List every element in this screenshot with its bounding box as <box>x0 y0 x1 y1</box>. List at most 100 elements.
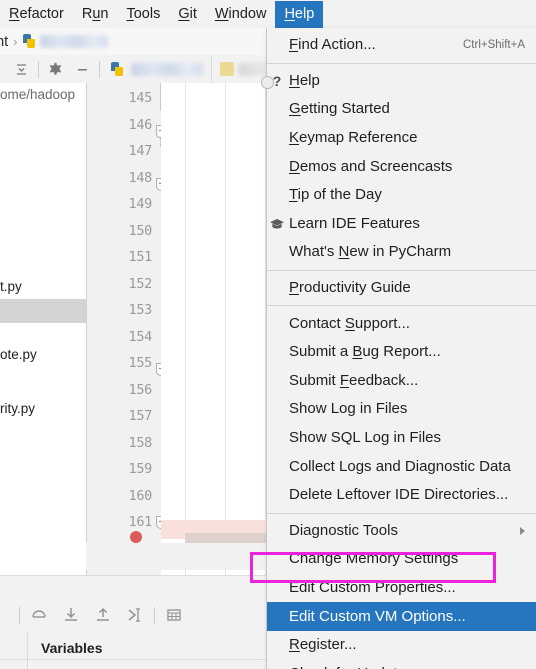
menu-item-demos-and-screencasts[interactable]: Demos and Screencasts <box>267 152 536 181</box>
menu-item-icon-slot <box>265 574 289 603</box>
list-item[interactable]: ote.py <box>0 347 37 363</box>
list-item[interactable]: t.py <box>0 279 22 295</box>
menu-item-register[interactable]: Register... <box>267 631 536 660</box>
chevron-right-icon <box>520 526 525 535</box>
menu-item-show-sql-log-in-files[interactable]: Show SQL Log in Files <box>267 424 536 453</box>
menu-item-label: Submit Feedback... <box>289 371 419 389</box>
step-into-icon[interactable] <box>61 605 81 625</box>
breadcrumb-prefix: ent <box>0 33 9 50</box>
line-number: 161 <box>128 514 153 530</box>
main-menu-bar: Refactor Run Tools Git Window Help <box>0 0 536 29</box>
menu-item-productivity-guide[interactable]: Productivity Guide <box>267 274 536 303</box>
menu-item-label: Keymap Reference <box>289 129 418 147</box>
column-divider <box>27 632 28 669</box>
menu-item-icon-slot <box>265 238 289 267</box>
menu-item-edit-custom-vm-options[interactable]: Edit Custom VM Options... <box>267 602 536 631</box>
evaluate-expression-icon[interactable] <box>164 605 184 625</box>
help-dropdown-menu[interactable]: Find Action... Ctrl+Shift+A? Help Getting S… <box>261 28 536 669</box>
project-tree-panel: ome/hadoop t.py ote.py rity.py <box>0 83 86 575</box>
menu-item-tip-of-the-day[interactable]: Tip of the Day <box>267 181 536 210</box>
step-out-icon[interactable] <box>93 605 113 625</box>
tree-item-label: t.py <box>0 279 22 294</box>
tree-item-label: rity.py <box>0 401 36 416</box>
python-file-icon <box>111 61 126 77</box>
menu-item-icon-slot <box>265 338 289 367</box>
menu-item-label: Productivity Guide <box>289 279 411 297</box>
menu-item-label: Contact Support... <box>289 314 410 332</box>
menu-item-icon-slot <box>265 181 289 210</box>
pycharm-window: Refactor Run Tools Git Window Help ent › <box>0 0 536 669</box>
toolbar-divider <box>38 60 39 78</box>
menu-item-icon-slot <box>265 309 289 338</box>
line-number: 152 <box>128 275 153 292</box>
menu-item-icon-slot <box>265 95 289 124</box>
menu-item-help[interactable]: ? Help <box>261 67 536 96</box>
menu-item-shortcut: Ctrl+Shift+A <box>463 39 525 52</box>
menu-git[interactable]: Git <box>169 1 206 28</box>
list-item[interactable] <box>0 299 86 323</box>
menu-item-icon-slot <box>265 602 289 631</box>
menu-item-label: Getting Started <box>289 100 390 118</box>
question-mark-icon: ? <box>261 67 289 96</box>
editor-tab-1[interactable] <box>103 55 212 83</box>
line-number: 159 <box>128 461 153 477</box>
tab-1-name-redacted <box>131 62 203 76</box>
menu-separator <box>267 62 536 64</box>
menu-item-edit-custom-properties[interactable]: Edit Custom Properties... <box>267 574 536 603</box>
menu-item-icon-slot <box>265 124 289 153</box>
menu-item-icon-slot <box>265 545 289 574</box>
menu-window[interactable]: Window <box>206 1 276 28</box>
menu-item-check-for-updates[interactable]: Check for Updates... <box>267 659 536 669</box>
menu-refactor[interactable]: Refactor <box>0 1 73 28</box>
run-to-cursor-icon[interactable] <box>125 605 145 625</box>
line-number: 151 <box>128 249 153 265</box>
menu-run[interactable]: Run <box>73 1 118 28</box>
python-file-icon <box>22 34 38 49</box>
menu-item-label: Collect Logs and Diagnostic Data <box>289 457 511 475</box>
menu-item-label: Register... <box>289 636 357 654</box>
menu-item-getting-started[interactable]: Getting Started <box>267 95 536 124</box>
list-item[interactable]: rity.py <box>0 401 35 417</box>
menu-item-contact-support[interactable]: Contact Support... <box>267 309 536 338</box>
menu-item-label: What's New in PyCharm <box>289 243 452 261</box>
hide-minus-icon[interactable] <box>74 61 91 78</box>
menu-item-label: Delete Leftover IDE Directories... <box>289 486 509 504</box>
menu-item-learn-ide-features[interactable]: Learn IDE Features <box>267 210 536 239</box>
toolbar-divider-2 <box>154 606 155 624</box>
line-number: 156 <box>128 381 153 398</box>
menu-item-delete-leftover-ide-directories[interactable]: Delete Leftover IDE Directories... <box>267 481 536 510</box>
menu-item-find-action[interactable]: Find Action... Ctrl+Shift+A <box>267 31 536 60</box>
line-number: 150 <box>128 222 153 239</box>
line-number: 146 <box>128 116 153 133</box>
editor-gutter[interactable]: 145 146 147 148 149 150 151 152 153 154 155 156 157 1… <box>86 83 169 575</box>
menu-help[interactable]: Help <box>275 0 324 28</box>
breadcrumb-file-name-redacted <box>39 35 108 48</box>
breakpoint-marker[interactable] <box>130 531 142 543</box>
line-number: 148 <box>128 169 153 186</box>
menu-item-label: Show SQL Log in Files <box>289 429 442 447</box>
menu-tools[interactable]: Tools <box>117 1 169 28</box>
menu-item-submit-feedback[interactable]: Submit Feedback... <box>267 367 536 396</box>
menu-item-label: Show Log in Files <box>289 400 408 418</box>
menu-item-show-log-in-files[interactable]: Show Log in Files <box>267 395 536 424</box>
line-number: 147 <box>128 143 153 159</box>
menu-item-icon-slot <box>265 659 289 669</box>
settings-gear-icon[interactable] <box>47 61 64 78</box>
menu-separator <box>267 269 536 271</box>
menu-item-collect-logs-and-diagnostic-data[interactable]: Collect Logs and Diagnostic Data <box>267 452 536 481</box>
menu-separator <box>267 305 536 307</box>
menu-separator <box>267 512 536 514</box>
menu-item-keymap-reference[interactable]: Keymap Reference <box>267 124 536 153</box>
variables-column-header: Variables <box>41 640 103 656</box>
toolbar-divider <box>19 606 20 624</box>
menu-item-change-memory-settings[interactable]: Change Memory Settings <box>267 545 536 574</box>
menu-item-icon-slot <box>265 481 289 510</box>
menu-item-submit-a-bug-report[interactable]: Submit a Bug Report... <box>267 338 536 367</box>
menu-item-label: Check for Updates... <box>289 665 525 669</box>
menu-item-diagnostic-tools[interactable]: Diagnostic Tools <box>267 517 536 546</box>
menu-item-label: Help <box>289 71 320 89</box>
menu-item-what-s-new-in-pycharm[interactable]: What's New in PyCharm <box>267 238 536 267</box>
expand-collapse-icon[interactable] <box>13 61 30 78</box>
step-over-icon[interactable] <box>29 605 49 625</box>
menu-item-label: Learn IDE Features <box>289 214 420 232</box>
